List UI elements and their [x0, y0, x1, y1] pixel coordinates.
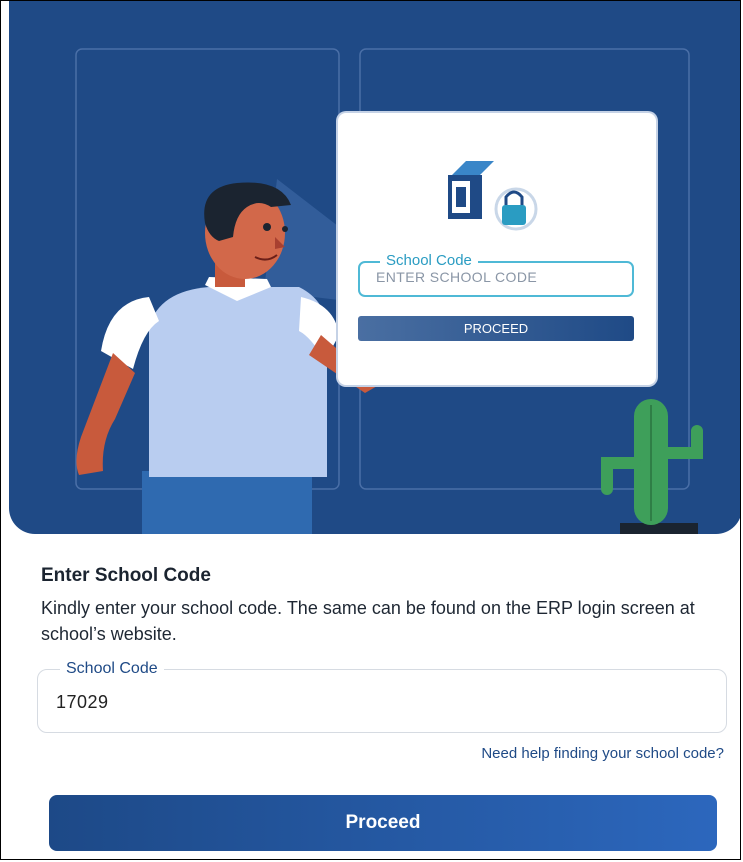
school-code-field[interactable]: School Code 17029 [37, 659, 727, 733]
illustration-school-code-field: School Code ENTER SCHOOL CODE [358, 251, 634, 297]
book-lock-icon [448, 161, 538, 231]
illustration-field-placeholder: ENTER SCHOOL CODE [376, 269, 538, 285]
help-link[interactable]: Need help finding your school code? [481, 745, 724, 762]
school-code-label: School Code [60, 659, 164, 679]
cactus-icon [601, 399, 703, 534]
page-description: Kindly enter your school code. The same … [41, 598, 695, 644]
login-card-illustration: School Code ENTER SCHOOL CODE PROCEED [338, 113, 656, 385]
illustration-proceed-button: PROCEED [358, 316, 634, 341]
school-code-input[interactable]: 17029 [56, 692, 109, 713]
app-screen: School Code ENTER SCHOOL CODE PROCEED En… [0, 0, 741, 860]
page-title: Enter School Code [41, 565, 211, 586]
hero-illustration: School Code ENTER SCHOOL CODE PROCEED [9, 1, 740, 534]
proceed-button[interactable]: Proceed [49, 795, 717, 851]
illustration-field-label: School Code [380, 251, 478, 271]
